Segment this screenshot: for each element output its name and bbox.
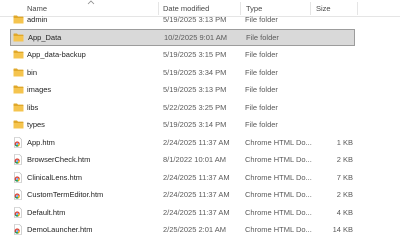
file-name: bin [27, 67, 38, 77]
file-date-modified: 5/19/2025 3:14 PM [163, 120, 227, 129]
file-row[interactable]: admin 5/19/2025 3:13 PM File folder [10, 11, 355, 28]
file-type: Chrome HTML Do... [245, 207, 312, 217]
folder-icon [13, 46, 25, 63]
file-name: admin [27, 15, 48, 24]
file-name: Default.htm [27, 207, 66, 217]
file-row[interactable]: App_data-backup 5/19/2025 3:15 PM File fol… [10, 46, 355, 63]
column-divider[interactable] [357, 2, 358, 15]
file-type: File folder [245, 102, 278, 112]
file-row[interactable]: DemoLauncher.htm 2/25/2025 2:01 AM Chrome … [10, 221, 355, 238]
file-name: App_Data [28, 32, 62, 42]
folder-icon [13, 64, 25, 81]
file-date-modified: 8/1/2022 10:01 AM [163, 155, 226, 164]
folder-icon [13, 29, 25, 46]
file-name: App_data-backup [27, 50, 86, 59]
file-date-modified: 5/19/2025 3:34 PM [163, 67, 227, 77]
file-name: App.htm [27, 137, 55, 147]
file-date-modified: 5/19/2025 3:13 PM [163, 15, 227, 24]
file-size [315, 46, 353, 63]
file-date-modified: 10/2/2025 9:01 AM [164, 32, 227, 42]
file-size: 4 KB [336, 207, 353, 217]
file-row[interactable]: Default.htm 2/24/2025 11:37 AM Chrome HTML… [10, 204, 355, 221]
sort-up-icon [87, 0, 95, 5]
file-size [315, 116, 353, 133]
file-row[interactable]: ClinicalLens.htm 2/24/2025 11:37 AM Chrome… [10, 169, 355, 186]
file-size: 1 KB [336, 137, 353, 147]
file-size [315, 81, 353, 98]
file-size: 14 KB [332, 225, 353, 234]
file-date-modified: 5/19/2025 3:13 PM [163, 85, 227, 94]
file-row[interactable]: bin 5/19/2025 3:34 PM File folder [10, 64, 355, 81]
chrome-html-icon [13, 186, 25, 203]
file-row[interactable]: CustomTermEditor.htm 2/24/2025 11:37 AM Ch… [10, 186, 355, 203]
file-type: Chrome HTML Do... [245, 172, 312, 182]
file-size: 2 KB [336, 155, 353, 164]
file-row[interactable]: libs 5/22/2025 3:25 PM File folder [10, 99, 355, 116]
file-type: Chrome HTML Do... [245, 190, 312, 199]
file-type: Chrome HTML Do... [245, 137, 312, 147]
file-date-modified: 2/24/2025 11:37 AM [163, 172, 230, 182]
file-size [316, 29, 354, 46]
file-size [315, 64, 353, 81]
file-type: Chrome HTML Do... [245, 225, 312, 234]
file-date-modified: 5/22/2025 3:25 PM [163, 102, 227, 112]
file-list-view: Name Date modified Type Size admin 5/19/2… [0, 0, 400, 241]
file-name: DemoLauncher.htm [27, 225, 93, 234]
file-type: File folder [245, 85, 278, 94]
folder-icon [13, 116, 25, 133]
file-type: File folder [245, 120, 278, 129]
file-row[interactable]: BrowserCheck.htm 8/1/2022 10:01 AM Chrome … [10, 151, 355, 168]
file-type: File folder [245, 15, 278, 24]
file-date-modified: 2/25/2025 2:01 AM [163, 225, 226, 234]
file-type: Chrome HTML Do... [245, 155, 312, 164]
folder-icon [13, 99, 25, 116]
file-type: File folder [246, 32, 279, 42]
file-name: types [27, 120, 45, 129]
file-size [315, 99, 353, 116]
file-row[interactable]: types 5/19/2025 3:14 PM File folder [10, 116, 355, 133]
chrome-html-icon [13, 169, 25, 186]
file-size: 7 KB [336, 172, 353, 182]
chrome-html-icon [13, 151, 25, 168]
file-row-selected[interactable]: App_Data 10/2/2025 9:01 AM File folder [10, 28, 355, 46]
folder-icon [13, 81, 25, 98]
chrome-html-icon [13, 134, 25, 151]
folder-icon [13, 11, 25, 28]
chrome-html-icon [13, 221, 25, 238]
file-type: File folder [245, 67, 278, 77]
file-name: BrowserCheck.htm [27, 155, 91, 164]
file-date-modified: 2/24/2025 11:37 AM [163, 190, 230, 199]
file-date-modified: 2/24/2025 11:37 AM [163, 207, 230, 217]
file-name: libs [27, 102, 39, 112]
file-size: 2 KB [336, 190, 353, 199]
file-type: File folder [245, 50, 278, 59]
chrome-html-icon [13, 204, 25, 221]
file-row[interactable]: App.htm 2/24/2025 11:37 AM Chrome HTML Do.… [10, 134, 355, 151]
file-date-modified: 5/19/2025 3:15 PM [163, 50, 227, 59]
file-date-modified: 2/24/2025 11:37 AM [163, 137, 230, 147]
file-size [315, 11, 353, 28]
file-name: CustomTermEditor.htm [27, 190, 104, 199]
file-name: images [27, 85, 52, 94]
file-name: ClinicalLens.htm [27, 172, 83, 182]
file-row[interactable]: images 5/19/2025 3:13 PM File folder [10, 81, 355, 98]
